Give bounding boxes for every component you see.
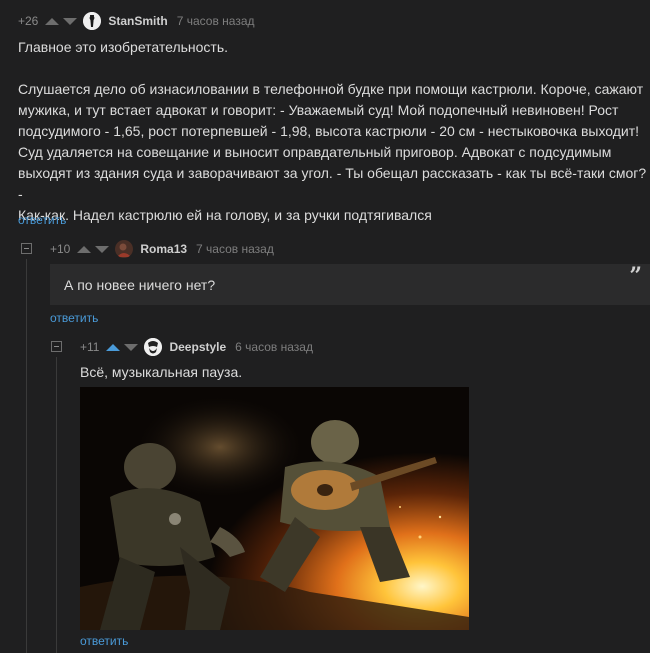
comment-line: Как-как. Надел кастрюлю ей на голову, и …: [18, 207, 432, 223]
avatar[interactable]: [115, 240, 134, 258]
comment-time: 6 часов назад: [235, 340, 313, 354]
comment-header: +26 StanSmith 7 часов назад: [18, 12, 255, 30]
reply-link[interactable]: ответить: [80, 634, 128, 648]
thread-line[interactable]: [56, 357, 57, 653]
comment-line: Главное это изобретательность.: [18, 39, 229, 55]
reply-link[interactable]: ответить: [50, 311, 98, 325]
comment-line: Суд удаляется на совещание и выносит опр…: [18, 144, 612, 160]
comment-header: +10 Roma13 7 часов назад: [50, 240, 274, 258]
author-name[interactable]: Roma13: [140, 242, 187, 256]
author-name[interactable]: Deepstyle: [169, 340, 226, 354]
upvote-icon[interactable]: [77, 245, 92, 253]
thread-line[interactable]: [26, 259, 27, 653]
comment-line: [18, 58, 648, 79]
vote-controls: [106, 343, 139, 351]
reply-link[interactable]: ответить: [18, 213, 66, 227]
comment-line: Слушается дело об изнасиловании в телефо…: [18, 81, 644, 97]
upvote-icon[interactable]: [106, 343, 121, 351]
avatar[interactable]: [83, 12, 102, 30]
comment-line: подсудимого - 1,65, рост потерпевшей - 1…: [18, 123, 640, 139]
collapse-button[interactable]: [21, 243, 32, 254]
author-name[interactable]: StanSmith: [108, 14, 167, 28]
campfire-image[interactable]: [80, 387, 469, 630]
downvote-icon[interactable]: [124, 343, 139, 351]
comment-header: +11 Deepstyle 6 часов назад: [80, 338, 313, 356]
comment-time: 7 часов назад: [196, 242, 274, 256]
comment-line: выходят из здания суда и заворачивают за…: [18, 165, 647, 202]
comment-time: 7 часов назад: [176, 14, 255, 28]
comment-line: мужика, и тут встает адвокат и говорит: …: [18, 102, 619, 118]
comment-line: Всё, музыкальная пауза.: [80, 364, 243, 380]
avatar[interactable]: [144, 338, 163, 356]
downvote-icon[interactable]: [63, 17, 78, 25]
comment-rating: +10: [50, 242, 71, 256]
comment-body: Всё, музыкальная пауза.: [80, 362, 640, 383]
quote-text: А по новее ничего нет?: [64, 276, 216, 293]
downvote-icon[interactable]: [95, 245, 110, 253]
comment-rating: +11: [80, 340, 100, 354]
collapse-button[interactable]: [51, 341, 62, 352]
quote-block: А по новее ничего нет? ”: [50, 264, 650, 305]
comment-body: Главное это изобретательность. Слушается…: [18, 37, 648, 226]
vote-controls: [77, 245, 110, 253]
quote-icon: ”: [629, 263, 642, 289]
comment-rating: +26: [18, 14, 39, 28]
vote-controls: [45, 17, 78, 25]
upvote-icon[interactable]: [45, 17, 60, 25]
